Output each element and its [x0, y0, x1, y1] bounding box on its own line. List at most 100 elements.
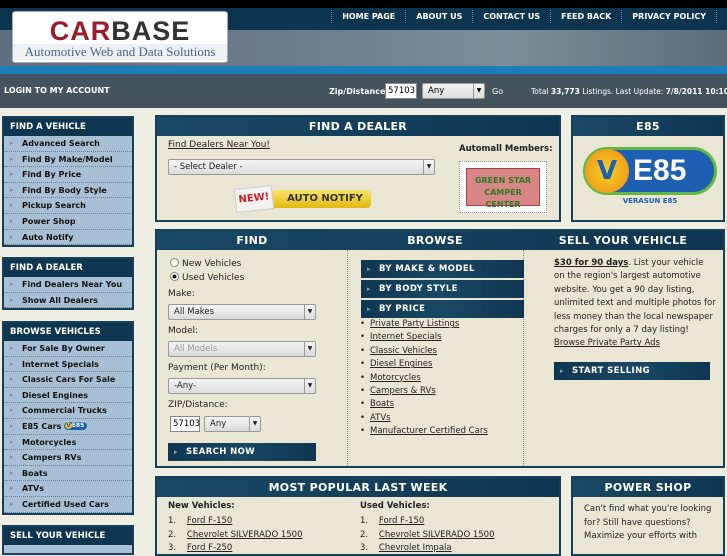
browse-link[interactable]: Private Party Listings [360, 319, 488, 332]
popular-item[interactable]: 1. Ford F-150 [360, 515, 494, 529]
total-count: 33,773 [550, 87, 580, 96]
browse-link[interactable]: Motorcycles [360, 373, 488, 386]
payment-select[interactable]: -Any- ▼ [168, 378, 316, 394]
browse-link[interactable]: Manufacturer Certified Cars [360, 426, 488, 439]
popular-item[interactable]: 2. Chevrolet SILVERADO 1500 [360, 529, 494, 543]
start-selling-button[interactable]: START SELLING [554, 362, 710, 380]
power-shop-panel: POWER SHOP Can't find what you're lookin… [571, 476, 725, 556]
dealer-select[interactable]: - Select Dealer - ▼ [168, 159, 435, 175]
new-vehicles-label: New Vehicles: [168, 501, 235, 511]
nav-about[interactable]: ABOUT US [405, 10, 472, 23]
browse-link-text[interactable]: Diesel Engines [370, 359, 432, 369]
toolbar: LOGIN TO MY ACCOUNT Zip/Distance: 57103 … [0, 74, 727, 108]
sidebar-item-diesel[interactable]: Diesel Engines [4, 388, 132, 404]
chevron-down-icon: ▼ [304, 342, 315, 356]
sell-price-link[interactable]: $30 for 90 days [554, 258, 628, 268]
browse-link-text[interactable]: Private Party Listings [370, 319, 459, 329]
member-logo-text: GREEN STAR CAMPER CENTER [466, 168, 540, 209]
sidebar-item-price[interactable]: Find By Price [4, 167, 132, 183]
sidebar-item-make-model[interactable]: Find By Make/Model [4, 152, 132, 168]
go-button[interactable]: Go [492, 87, 503, 96]
search-now-button[interactable]: SEARCH NOW [168, 443, 316, 461]
make-select[interactable]: All Makes ▼ [168, 304, 316, 320]
find-distance-select[interactable]: Any ▼ [204, 416, 261, 432]
sidebar-item-commercial[interactable]: Commercial Trucks [4, 403, 132, 419]
popular-item[interactable]: 3. Chevrolet Impala [360, 542, 494, 556]
browse-link[interactable]: Campers & RVs [360, 386, 488, 399]
browse-link-text[interactable]: Classic Vehicles [370, 346, 437, 356]
distance-value: Any [428, 86, 445, 96]
browse-price-button[interactable]: BY PRICE [361, 300, 524, 318]
browse-link[interactable]: Classic Vehicles [360, 346, 488, 359]
radio-new[interactable]: New Vehicles [170, 258, 241, 269]
sidebar-item-owner[interactable]: For Sale By Owner [4, 341, 132, 357]
logo-tagline: Automotive Web and Data Solutions [13, 44, 227, 60]
top-bar [0, 0, 727, 8]
logo-dark: BASE [111, 16, 191, 46]
nav-contact[interactable]: CONTACT US [472, 10, 550, 23]
e85-v: V [585, 149, 629, 193]
auto-notify-button[interactable]: AUTO NOTIFY NEW! [233, 185, 373, 213]
radio-new-label: New Vehicles [182, 259, 242, 269]
sidebar-item-motorcycles[interactable]: Motorcycles [4, 435, 132, 451]
browse-link[interactable]: ATVs [360, 413, 488, 426]
sell-text: . List your vehicle on the region's larg… [554, 258, 716, 336]
sidebar-item-auto-notify[interactable]: Auto Notify [4, 230, 132, 246]
member-logo[interactable]: GREEN STAR CAMPER CENTER [459, 161, 547, 213]
sidebar-item-e85[interactable]: E85 Cars VE85 [4, 419, 132, 435]
browse-link-text[interactable]: Boats [370, 399, 394, 409]
popular-link[interactable]: Chevrolet SILVERADO 1500 [187, 530, 303, 540]
browse-link-text[interactable]: Manufacturer Certified Cars [370, 426, 488, 436]
find-zip-input[interactable]: 57103 [170, 416, 200, 432]
nav-home[interactable]: HOME PAGE [331, 10, 405, 23]
nav-feedback[interactable]: FEED BACK [550, 10, 621, 23]
radio-used[interactable]: Used Vehicles [170, 272, 244, 283]
sidebar-item-all-dealers[interactable]: Show All Dealers [4, 293, 132, 309]
sidebar-item-body-style[interactable]: Find By Body Style [4, 183, 132, 199]
sidebar-item-internet[interactable]: Internet Specials [4, 357, 132, 373]
sidebar-item-power-shop[interactable]: Power Shop [4, 214, 132, 230]
sidebar-item-boats[interactable]: Boats [4, 466, 132, 482]
popular-item[interactable]: 2. Chevrolet SILVERADO 1500 [168, 529, 302, 543]
browse-body-style-button[interactable]: BY BODY STYLE [361, 280, 524, 298]
popular-link[interactable]: Chevrolet SILVERADO 1500 [379, 530, 495, 540]
nav-privacy[interactable]: PRIVACY POLICY [621, 10, 717, 23]
sidebar-item-pickup[interactable]: Pickup Search [4, 198, 132, 214]
browse-link-text[interactable]: Campers & RVs [370, 386, 436, 396]
zip-input[interactable]: 57103 [385, 83, 417, 99]
sidebar-item-advanced-search[interactable]: Advanced Search [4, 136, 132, 152]
new-badge: NEW! [233, 185, 275, 213]
browse-link[interactable]: Boats [360, 399, 488, 412]
distance-select[interactable]: Any ▼ [422, 83, 485, 99]
search-panel: FIND BROWSE SELL YOUR VEHICLE New Vehicl… [155, 229, 725, 468]
top-nav: HOME PAGE ABOUT US CONTACT US FEED BACK … [331, 10, 717, 23]
browse-link[interactable]: Internet Specials [360, 332, 488, 345]
sidebar-item-certified[interactable]: Certified Used Cars [4, 497, 132, 513]
e85-logo[interactable]: V E85 VERASUN E85 [583, 147, 717, 207]
e85-badge-icon: VE85 [64, 422, 88, 431]
login-link[interactable]: LOGIN TO MY ACCOUNT [4, 86, 110, 95]
browse-make-model-button[interactable]: BY MAKE & MODEL [361, 260, 524, 278]
chevron-down-icon: ▼ [423, 160, 434, 174]
browse-link-text[interactable]: Internet Specials [370, 332, 442, 342]
sidebar-item-atvs[interactable]: ATVs [4, 481, 132, 497]
popular-item[interactable]: 3. Ford F-250 [168, 542, 302, 556]
find-dealers-link[interactable]: Find Dealers Near You! [168, 140, 270, 150]
logo[interactable]: CARBASE Automotive Web and Data Solution… [12, 11, 228, 63]
total-prefix: Total [531, 87, 551, 96]
e85-label: E85 Cars [22, 421, 62, 431]
browse-link[interactable]: Diesel Engines [360, 359, 488, 372]
browse-link-text[interactable]: Motorcycles [370, 373, 421, 383]
zip-label: Zip/Distance: [329, 87, 389, 96]
popular-item[interactable]: 1. Ford F-150 [168, 515, 302, 529]
sidebar-item-classic[interactable]: Classic Cars For Sale [4, 372, 132, 388]
sidebar-item-campers[interactable]: Campers RVs [4, 450, 132, 466]
popular-link[interactable]: Ford F-150 [187, 516, 232, 526]
used-vehicles-list: 1. Ford F-150 2. Chevrolet SILVERADO 150… [360, 515, 494, 556]
popular-link[interactable]: Ford F-150 [379, 516, 424, 526]
model-select[interactable]: All Models ▼ [168, 341, 316, 357]
browse-private-ads-link[interactable]: Browse Private Party Ads [554, 338, 660, 348]
sidebar-item-dealers-near[interactable]: Find Dealers Near You [4, 277, 132, 293]
auto-notify-label: AUTO NOTIFY [271, 190, 371, 208]
browse-link-text[interactable]: ATVs [370, 413, 391, 423]
